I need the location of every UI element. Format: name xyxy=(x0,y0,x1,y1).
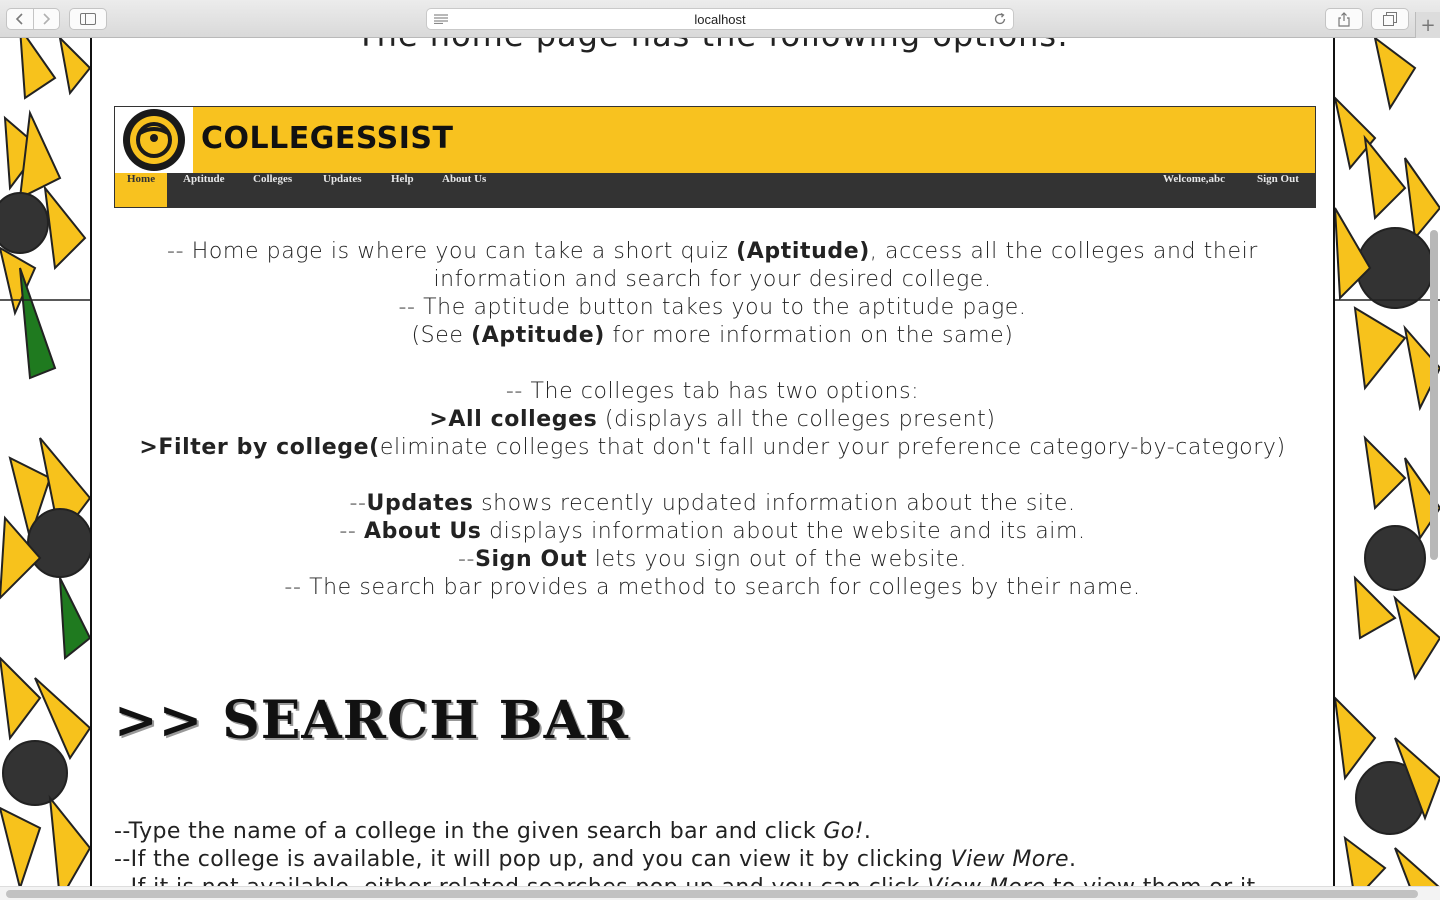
sunflower-background-right xyxy=(1335,38,1440,900)
nav-colleges: Colleges xyxy=(253,173,293,185)
search-bar-heading: >> SEARCH BAR xyxy=(114,690,630,751)
screenshot-navbar: Home Aptitude Colleges Updates Help Abou… xyxy=(115,173,1315,207)
home-description: -- Home page is where you can take a sho… xyxy=(114,238,1311,602)
sidebar-button[interactable] xyxy=(69,8,107,30)
tabs-icon xyxy=(1383,12,1397,26)
nav-welcome: Welcome,abc xyxy=(1163,173,1226,185)
text-line: >All colleges (displays all the colleges… xyxy=(429,407,996,432)
web-viewport: The home page has the following options:… xyxy=(0,38,1440,900)
nav-help: Help xyxy=(391,173,414,185)
brand-title: COLLEGESSIST xyxy=(201,121,454,156)
history-nav xyxy=(6,8,60,30)
sidebar-icon xyxy=(80,13,96,25)
text-line: -- The search bar provides a method to s… xyxy=(284,575,1141,600)
share-button[interactable] xyxy=(1325,8,1363,30)
share-icon xyxy=(1338,11,1350,27)
content-column: The home page has the following options:… xyxy=(90,38,1335,900)
browser-toolbar: localhost + xyxy=(0,0,1440,38)
horizontal-scrollbar[interactable] xyxy=(0,886,1440,900)
text-line: -- The colleges tab has two options: xyxy=(505,379,920,404)
homepage-screenshot: COLLEGESSIST Home Aptitude Colleges Upda… xyxy=(114,106,1316,208)
forward-button[interactable] xyxy=(32,8,60,30)
partial-heading: The home page has the following options: xyxy=(92,38,1333,54)
tabs-overview-button[interactable] xyxy=(1371,8,1409,30)
reload-icon[interactable] xyxy=(993,12,1007,26)
collegessist-logo-icon xyxy=(123,109,185,171)
logo-box xyxy=(115,107,193,173)
new-tab-button[interactable]: + xyxy=(1415,12,1440,38)
chevron-right-icon xyxy=(43,13,51,25)
url-text: localhost xyxy=(694,12,746,27)
text-line: -- The aptitude button takes you to the … xyxy=(398,295,1027,320)
text-line: information and search for your desired … xyxy=(433,267,992,292)
chevron-left-icon xyxy=(15,13,23,25)
nav-home: Home xyxy=(115,173,168,207)
text-line: -- Home page is where you can take a sho… xyxy=(167,239,1258,264)
nav-aptitude: Aptitude xyxy=(183,173,225,185)
text-line: >Filter by college(eliminate colleges th… xyxy=(139,435,1286,460)
nav-about-us: About Us xyxy=(442,173,487,185)
text-line: -- About Us displays information about t… xyxy=(339,519,1086,544)
sunflower-background-left xyxy=(0,38,92,900)
nav-sign-out: Sign Out xyxy=(1257,173,1299,185)
horizontal-scroll-thumb[interactable] xyxy=(6,890,1418,898)
screenshot-header: COLLEGESSIST xyxy=(115,107,1315,173)
back-button[interactable] xyxy=(6,8,33,30)
address-bar[interactable]: localhost xyxy=(426,8,1014,30)
nav-updates: Updates xyxy=(323,173,362,185)
text-line: --Updates shows recently updated informa… xyxy=(349,491,1076,516)
vertical-scrollbar[interactable] xyxy=(1428,38,1440,886)
plus-icon: + xyxy=(1420,14,1436,36)
text-line: (See (Aptitude) for more information on … xyxy=(411,323,1014,348)
text-line: --Type the name of a college in the give… xyxy=(114,819,872,844)
text-line: --Sign Out lets you sign out of the webs… xyxy=(457,547,967,572)
text-line: --If the college is available, it will p… xyxy=(114,847,1077,872)
vertical-scroll-thumb[interactable] xyxy=(1430,230,1438,560)
